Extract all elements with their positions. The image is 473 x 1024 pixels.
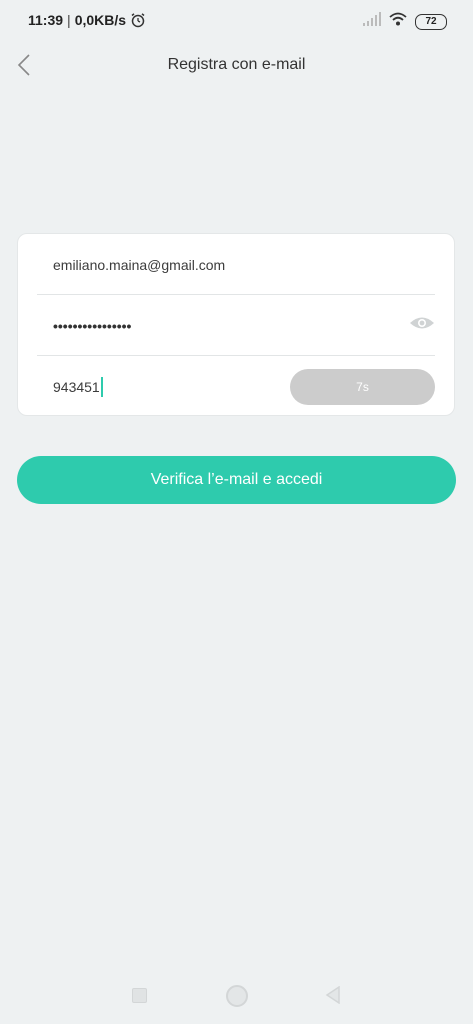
triangle-back-icon[interactable] — [325, 985, 341, 1009]
network-speed: 0,0KB/s — [74, 12, 127, 28]
status-time: 11:39 — [28, 12, 64, 28]
verify-email-login-button[interactable]: Verifica l’e-mail e accedi — [17, 456, 456, 504]
status-right: 72 — [363, 12, 447, 31]
resend-code-button[interactable]: 7s — [290, 369, 435, 405]
registration-form: emiliano.maina@gmail.com •••••••••••••••… — [17, 233, 455, 416]
status-left: 11:39 | 0,0KB/s — [28, 12, 146, 28]
code-value: 943451 — [53, 378, 100, 395]
eye-icon[interactable] — [409, 315, 435, 336]
password-value[interactable]: •••••••••••••••• — [37, 318, 131, 334]
email-field[interactable]: emiliano.maina@gmail.com — [37, 234, 435, 295]
code-input[interactable]: 943451 — [37, 376, 103, 397]
text-cursor — [100, 376, 103, 397]
password-field[interactable]: •••••••••••••••• — [37, 295, 435, 356]
battery-icon: 72 — [415, 13, 447, 30]
square-icon[interactable] — [132, 988, 147, 1003]
header: Registra con e-mail — [0, 48, 473, 88]
signal-icon — [363, 12, 381, 31]
battery-level: 72 — [425, 16, 437, 27]
navigation-bar — [0, 980, 473, 1010]
alarm-clock-icon — [130, 12, 146, 28]
status-separator: | — [67, 12, 71, 28]
wifi-icon — [389, 12, 407, 31]
email-value[interactable]: emiliano.maina@gmail.com — [37, 257, 225, 273]
circle-icon[interactable] — [226, 985, 248, 1007]
page-title: Registra con e-mail — [167, 56, 306, 73]
verification-code-field[interactable]: 943451 7s — [37, 356, 435, 417]
status-bar: 11:39 | 0,0KB/s 72 — [0, 0, 473, 44]
